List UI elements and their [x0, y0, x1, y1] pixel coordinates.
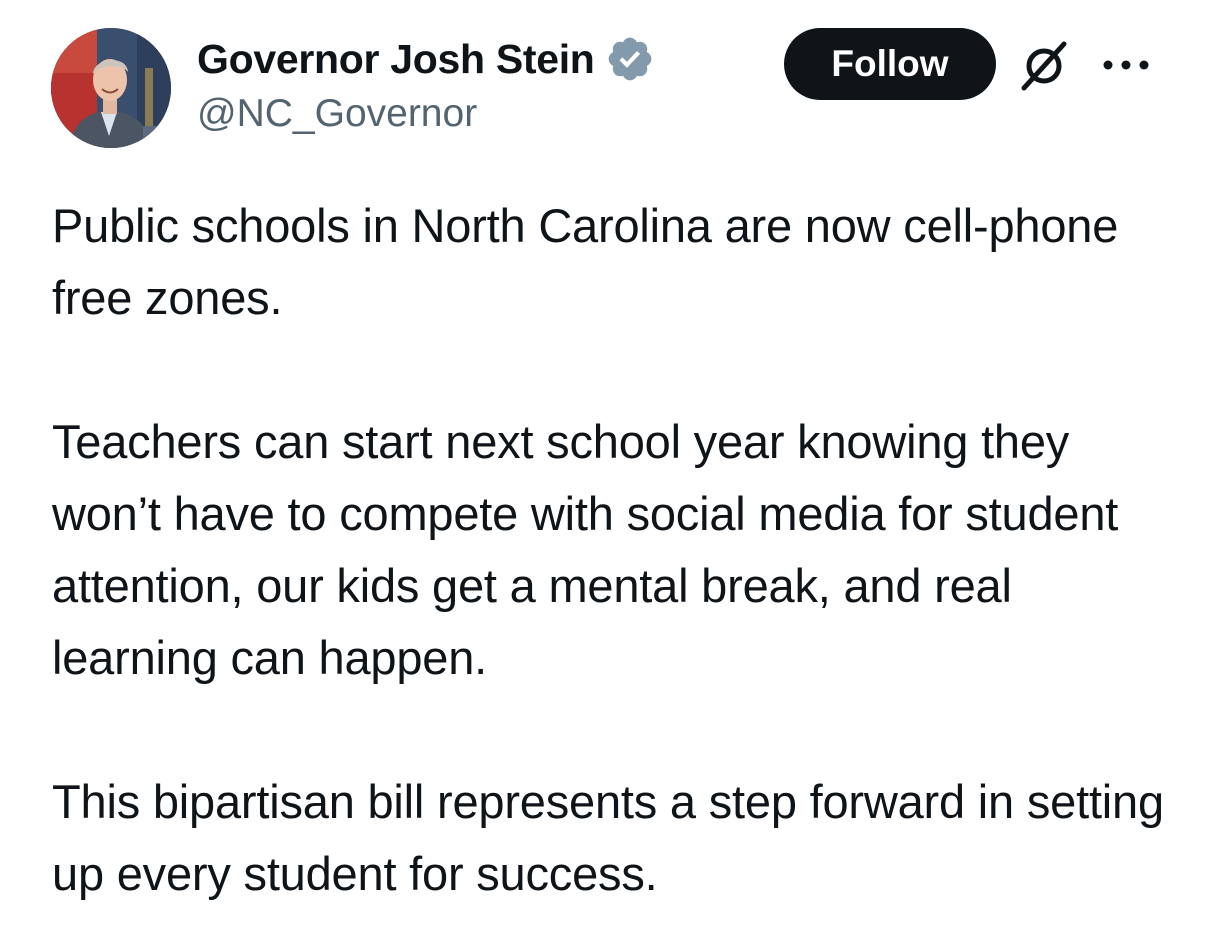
tweet-paragraph: Public schools in North Carolina are now… — [52, 199, 1119, 324]
author-display-name[interactable]: Governor Josh Stein — [197, 36, 595, 83]
tweet-paragraph: This bipartisan bill represents a step f… — [52, 775, 1164, 900]
grok-slash-icon[interactable] — [1016, 38, 1072, 94]
verified-badge-icon[interactable] — [605, 34, 655, 84]
avatar-photo — [51, 28, 171, 148]
follow-button[interactable]: Follow — [784, 28, 996, 100]
author-avatar[interactable] — [51, 28, 171, 148]
author-handle[interactable]: @NC_Governor — [197, 92, 477, 136]
tweet-text: Public schools in North Carolina are now… — [52, 190, 1172, 910]
more-horizontal-icon[interactable] — [1100, 50, 1152, 80]
tweet-card: Governor Josh Stein @NC_Governor Follow … — [0, 0, 1206, 941]
display-name-row: Governor Josh Stein — [197, 32, 655, 86]
tweet-paragraph: Teachers can start next school year know… — [52, 415, 1119, 684]
